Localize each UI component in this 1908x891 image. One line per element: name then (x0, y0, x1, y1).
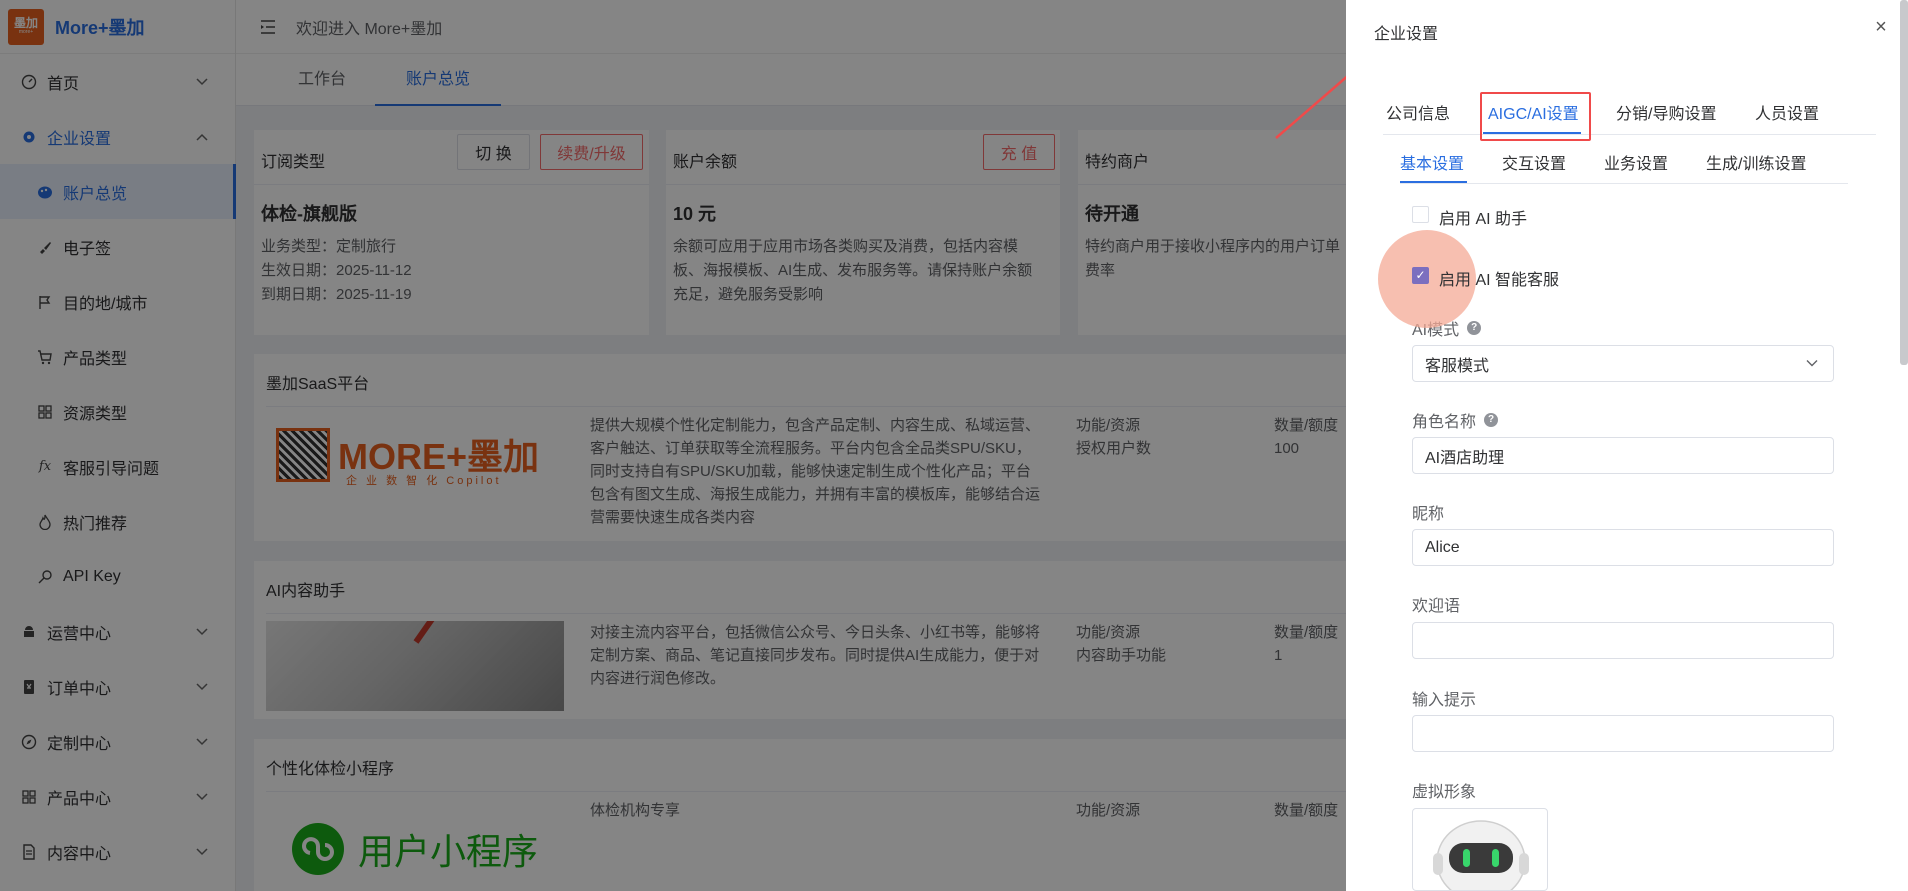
subtab-generation-training[interactable]: 生成/训练设置 (1706, 150, 1806, 174)
close-icon[interactable]: × (1870, 16, 1892, 38)
nickname-label: 昵称 (1412, 506, 1445, 523)
enable-ai-customer-service-checkbox[interactable]: ✓ (1412, 267, 1429, 284)
robot-avatar-icon (1433, 820, 1529, 890)
subtabs-divider (1400, 183, 1848, 184)
role-name-label: 角色名称 ? (1412, 408, 1499, 432)
tab-distribution-settings[interactable]: 分销/导购设置 (1616, 100, 1716, 124)
avatar-label: 虚拟形象 (1412, 784, 1477, 801)
role-name-label-text: 角色名称 (1412, 414, 1477, 431)
input-hint-input[interactable] (1412, 715, 1834, 752)
tab-staff-settings[interactable]: 人员设置 (1755, 100, 1819, 124)
nickname-input[interactable]: Alice (1412, 529, 1834, 566)
help-icon[interactable]: ? (1484, 413, 1499, 427)
welcome-message-input[interactable] (1412, 622, 1834, 659)
highlight-box (1480, 92, 1591, 141)
enable-ai-assistant-checkbox[interactable] (1412, 206, 1429, 223)
input-hint-label: 输入提示 (1412, 692, 1477, 709)
ai-mode-selected: 客服模式 (1425, 357, 1490, 375)
enterprise-settings-drawer: 企业设置 × 公司信息 AIGC/AI设置 分销/导购设置 人员设置 基本设置 … (1346, 0, 1908, 891)
chevron-down-icon (1806, 360, 1818, 367)
nickname-value: Alice (1425, 538, 1460, 556)
help-icon[interactable]: ? (1467, 321, 1482, 335)
enable-ai-customer-service-label[interactable]: 启用 AI 智能客服 (1439, 266, 1559, 290)
drawer-scrollbar[interactable] (1900, 0, 1908, 365)
ai-mode-select[interactable]: 客服模式 (1412, 345, 1834, 382)
avatar-upload[interactable] (1412, 808, 1548, 891)
enable-ai-assistant-label[interactable]: 启用 AI 助手 (1439, 205, 1527, 229)
subtab-business[interactable]: 业务设置 (1604, 150, 1668, 174)
role-name-value: AI酒店助理 (1425, 449, 1505, 467)
subtab-basic[interactable]: 基本设置 (1400, 150, 1464, 174)
welcome-message-label: 欢迎语 (1412, 598, 1461, 615)
subtab-interaction[interactable]: 交互设置 (1502, 150, 1566, 174)
role-name-input[interactable]: AI酒店助理 (1412, 437, 1834, 474)
active-subtab-indicator (1400, 181, 1467, 183)
drawer-title: 企业设置 (1374, 26, 1439, 43)
tabs-divider (1383, 134, 1876, 135)
tab-company-info[interactable]: 公司信息 (1386, 100, 1450, 124)
